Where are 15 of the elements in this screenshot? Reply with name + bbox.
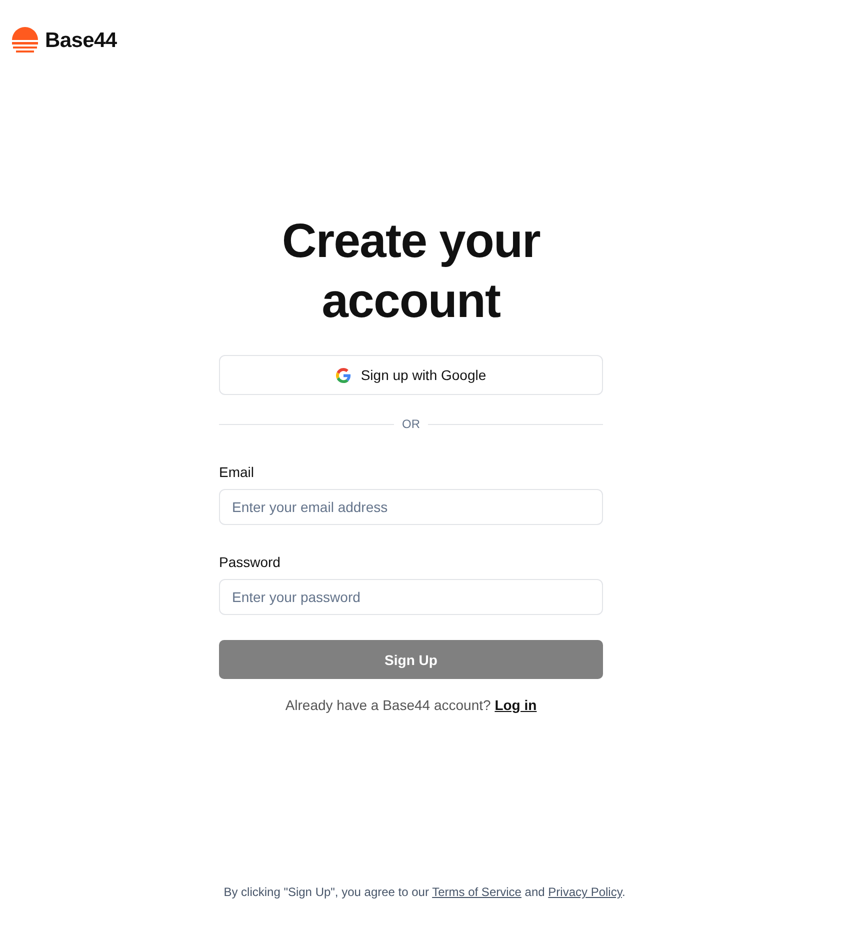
terms-link[interactable]: Terms of Service	[432, 885, 522, 899]
field-label: Password	[219, 554, 282, 570]
terms-notice: By clicking "Sign Up", you agree to our Terms of Service and Privacy Policy.	[224, 885, 626, 899]
privacy-link[interactable]: Privacy Policy	[548, 885, 622, 899]
page-title: Create your account	[281, 214, 542, 330]
field-label: Email	[219, 464, 256, 480]
google-icon	[336, 368, 351, 382]
login-prompt: Already have a Base44 account? Log in	[284, 697, 538, 713]
divider-label: OR	[402, 417, 420, 431]
google-signup-button[interactable]: Sign up with Google	[219, 355, 603, 395]
input-field[interactable]: Enter your password	[219, 579, 603, 615]
brand-name: Base44	[45, 29, 117, 53]
logo-icon	[11, 27, 39, 55]
login-link[interactable]: Log in	[494, 697, 537, 713]
input-field[interactable]: Enter your email address	[219, 489, 603, 525]
